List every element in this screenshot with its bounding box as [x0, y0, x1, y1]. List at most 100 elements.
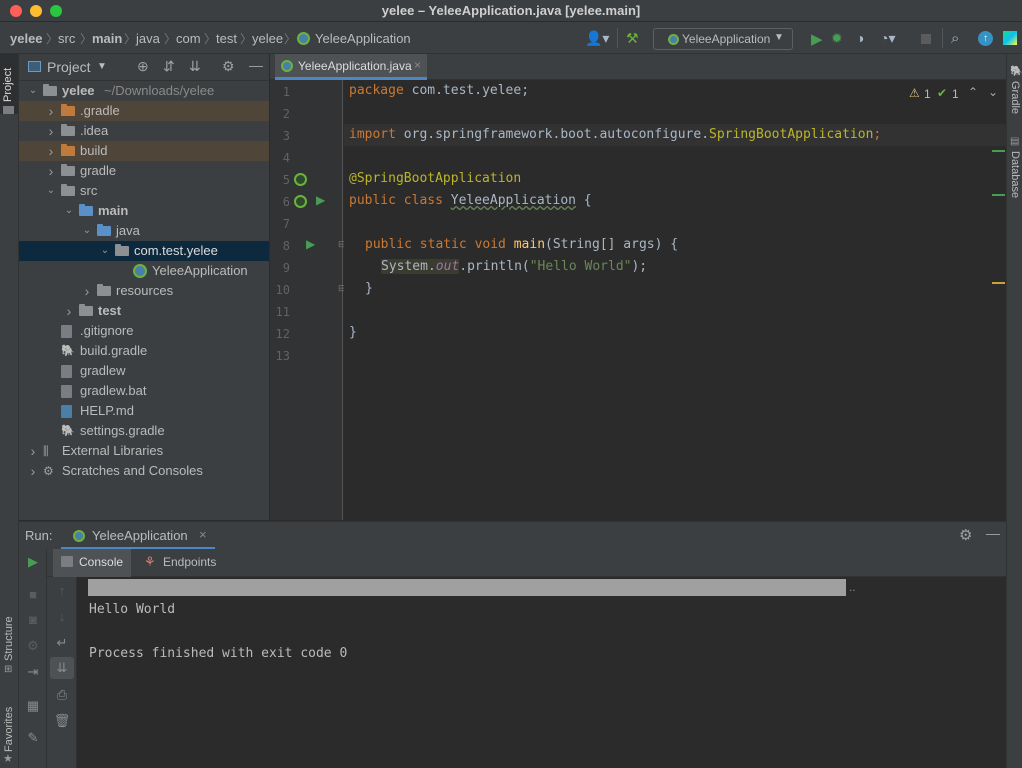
- chevron-right-icon[interactable]: ›: [63, 301, 75, 321]
- chevron-down-icon[interactable]: ⌄: [99, 241, 111, 261]
- debug-bug-icon[interactable]: ✹: [831, 30, 843, 47]
- chevron-down-icon[interactable]: ▼: [97, 61, 107, 72]
- tree-item-java[interactable]: ⌄ java: [19, 221, 269, 241]
- exit-icon[interactable]: ⇥: [23, 664, 43, 680]
- more-output-indicator[interactable]: ..: [849, 580, 856, 594]
- soft-wrap-icon[interactable]: ↵: [52, 635, 72, 651]
- breadcrumb-main[interactable]: main: [92, 31, 122, 46]
- warning-icon[interactable]: ⚠: [909, 86, 920, 100]
- chevron-right-icon[interactable]: ›: [45, 141, 57, 161]
- tree-item-settings-gradle[interactable]: 🐘 settings.gradle: [19, 421, 269, 441]
- run-tab[interactable]: YeleeApplication ×: [61, 522, 215, 550]
- tree-item-gradlew-bat[interactable]: gradlew.bat: [19, 381, 269, 401]
- stop-icon[interactable]: [921, 34, 931, 44]
- chevron-up-icon[interactable]: ⌃: [968, 85, 978, 99]
- chevron-right-icon[interactable]: ›: [45, 161, 57, 181]
- tree-item-yelee[interactable]: ⌄ yelee ~/Downloads/yelee: [19, 81, 269, 101]
- tree-item-idea[interactable]: › .idea: [19, 121, 269, 141]
- run-gutter-icon[interactable]: ▶: [316, 193, 325, 207]
- chevron-right-icon[interactable]: ›: [27, 441, 39, 461]
- chevron-right-icon[interactable]: ›: [45, 121, 57, 141]
- collapse-all-icon[interactable]: ⇊: [189, 58, 201, 75]
- tree-item-gradle[interactable]: › .gradle: [19, 101, 269, 121]
- settings-disabled-icon[interactable]: ⚙: [23, 638, 43, 654]
- breadcrumb-test[interactable]: test: [216, 31, 237, 46]
- editor-tab-yeleeapplication[interactable]: YeleeApplication.java ×: [275, 54, 427, 80]
- tree-item-com-test-yelee[interactable]: ⌄ com.test.yelee: [19, 241, 269, 261]
- structure-icon: ⊞: [4, 664, 13, 675]
- close-tab-icon[interactable]: ×: [199, 527, 207, 542]
- tree-item-test[interactable]: › test: [19, 301, 269, 321]
- chevron-down-icon: ▼: [774, 32, 784, 43]
- breadcrumb-com[interactable]: com: [176, 31, 201, 46]
- locate-file-icon[interactable]: ⊕: [137, 58, 149, 75]
- run-gutter-icon[interactable]: ▶: [306, 237, 315, 251]
- structure-tool-label[interactable]: Structure: [3, 616, 15, 661]
- breadcrumb-src[interactable]: src: [58, 31, 75, 46]
- arrow-down-icon[interactable]: ↓: [52, 609, 72, 624]
- gear-icon[interactable]: ⚙: [222, 58, 235, 75]
- project-tool-label[interactable]: Project: [2, 68, 14, 102]
- run-icon[interactable]: ▶: [811, 30, 823, 48]
- chevron-down-icon[interactable]: ⌄: [81, 221, 93, 241]
- tree-item-gradle[interactable]: › gradle: [19, 161, 269, 181]
- coverage-icon[interactable]: ◑: [856, 30, 864, 46]
- breadcrumb-yelee-application[interactable]: YeleeApplication: [315, 31, 411, 46]
- console-output[interactable]: .. Hello World Process finished with exi…: [78, 577, 1006, 768]
- pin-icon[interactable]: ✎: [23, 730, 43, 746]
- layout-icon[interactable]: ▦: [23, 698, 43, 714]
- project-view-label[interactable]: Project: [47, 59, 91, 75]
- hide-panel-icon[interactable]: —: [249, 57, 263, 73]
- arrow-up-icon[interactable]: ↑: [52, 583, 72, 598]
- spring-bean-gutter-icon[interactable]: [294, 195, 307, 208]
- screenshot-icon[interactable]: ◙: [23, 612, 43, 627]
- vcs-user-icon[interactable]: 👤▾: [585, 30, 609, 47]
- code-editor[interactable]: package com.test.yelee; import org.sprin…: [344, 80, 1006, 520]
- update-icon[interactable]: ↑: [978, 31, 993, 46]
- gear-icon[interactable]: ⚙: [959, 526, 972, 544]
- chevron-down-icon[interactable]: ⌄: [63, 201, 75, 221]
- console-tab[interactable]: Console: [53, 549, 131, 577]
- chevron-down-icon[interactable]: ⌄: [988, 85, 998, 99]
- favorites-tool-label[interactable]: Favorites: [3, 707, 15, 752]
- chevron-right-icon[interactable]: ›: [45, 101, 57, 121]
- rerun-icon[interactable]: ▶: [23, 554, 43, 570]
- endpoints-tab-label[interactable]: Endpoints: [163, 555, 216, 569]
- hide-panel-icon[interactable]: —: [986, 525, 1000, 541]
- tree-item-resources[interactable]: › resources: [19, 281, 269, 301]
- scroll-to-end-icon[interactable]: ⇊: [50, 657, 74, 679]
- tree-item-build[interactable]: › build: [19, 141, 269, 161]
- tree-item-src[interactable]: ⌄ src: [19, 181, 269, 201]
- chevron-right-icon[interactable]: ›: [81, 281, 93, 301]
- tree-item-gradlew[interactable]: gradlew: [19, 361, 269, 381]
- stop-icon[interactable]: ■: [23, 587, 43, 602]
- chevron-down-icon[interactable]: ⌄: [27, 81, 39, 101]
- trash-icon[interactable]: 🗑: [52, 713, 72, 729]
- tree-item-help-md[interactable]: HELP.md: [19, 401, 269, 421]
- close-tab-icon[interactable]: ×: [414, 58, 421, 72]
- run-configuration-select[interactable]: YeleeApplication ▼: [653, 28, 793, 50]
- breadcrumb-yelee[interactable]: yelee: [10, 31, 43, 46]
- chevron-down-icon[interactable]: ⌄: [45, 181, 57, 201]
- search-icon[interactable]: ⌕: [951, 30, 959, 47]
- spring-bean-gutter-icon[interactable]: [294, 173, 307, 186]
- tree-item-main[interactable]: ⌄ main: [19, 201, 269, 221]
- package-icon: [115, 244, 129, 256]
- build-hammer-icon[interactable]: ⚒: [626, 30, 639, 47]
- profile-icon[interactable]: ◔▾: [880, 30, 895, 47]
- breadcrumb-yelee-package[interactable]: yelee: [252, 31, 283, 46]
- tree-item-external-libraries[interactable]: › ⫼ External Libraries: [19, 441, 269, 461]
- tree-item-gitignore[interactable]: .gitignore: [19, 321, 269, 341]
- chevron-right-icon[interactable]: ›: [27, 461, 39, 481]
- print-icon[interactable]: ⎙: [52, 687, 72, 703]
- breadcrumb-java[interactable]: java: [136, 31, 160, 46]
- database-tool-label[interactable]: Database: [1009, 151, 1021, 198]
- toolbox-icon[interactable]: [1003, 31, 1017, 45]
- tree-item-build-gradle[interactable]: 🐘 build.gradle: [19, 341, 269, 361]
- check-icon[interactable]: ✔: [937, 86, 947, 100]
- gradle-tool-label[interactable]: Gradle: [1009, 81, 1021, 114]
- expand-all-icon[interactable]: ⇵: [163, 58, 175, 75]
- tree-item-scratches-and-consoles[interactable]: › ⚙ Scratches and Consoles: [19, 461, 269, 481]
- collapsed-output-bar[interactable]: [88, 579, 846, 596]
- tree-item-yeleeapplication[interactable]: YeleeApplication: [19, 261, 269, 281]
